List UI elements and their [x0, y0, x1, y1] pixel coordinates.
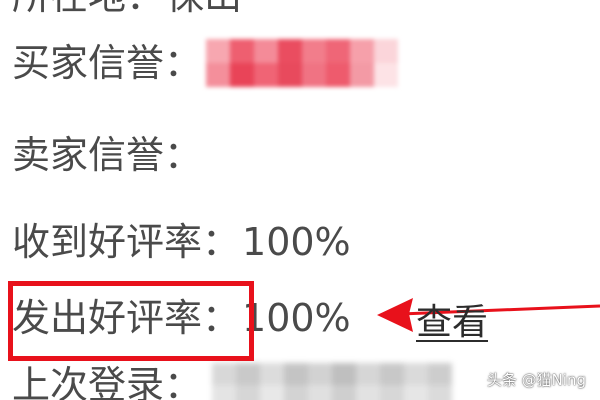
highlight-box — [8, 281, 254, 361]
buyer-credit-row: 买家信誉： — [12, 33, 399, 93]
seller-credit-row: 卖家信誉： — [12, 125, 202, 185]
location-row: 所在地： 保山 — [12, 0, 242, 26]
location-label: 所在地： — [12, 0, 164, 15]
buyer-credit-label: 买家信誉： — [12, 41, 203, 85]
received-rate-value: 100% — [242, 220, 351, 264]
received-rate-label: 收到好评率： — [12, 220, 241, 264]
received-rate-row: 收到好评率： 100% — [12, 212, 351, 272]
location-value: 保山 — [166, 0, 242, 15]
user-profile-info: 所在地： 保山 买家信誉： 卖家信誉： 收到好评率： 100% 发出好评率： 1… — [0, 0, 600, 400]
seller-credit-label: 卖家信誉： — [12, 133, 203, 177]
last-login-label: 上次登录： — [12, 363, 203, 400]
view-link[interactable]: 查看 — [416, 293, 488, 345]
sent-rate-value: 100% — [242, 296, 351, 340]
watermark: 头条 @猫Ning — [486, 371, 586, 389]
buyer-credit-mosaic — [206, 39, 399, 87]
last-login-mosaic — [212, 363, 453, 400]
last-login-row: 上次登录： — [12, 355, 453, 400]
